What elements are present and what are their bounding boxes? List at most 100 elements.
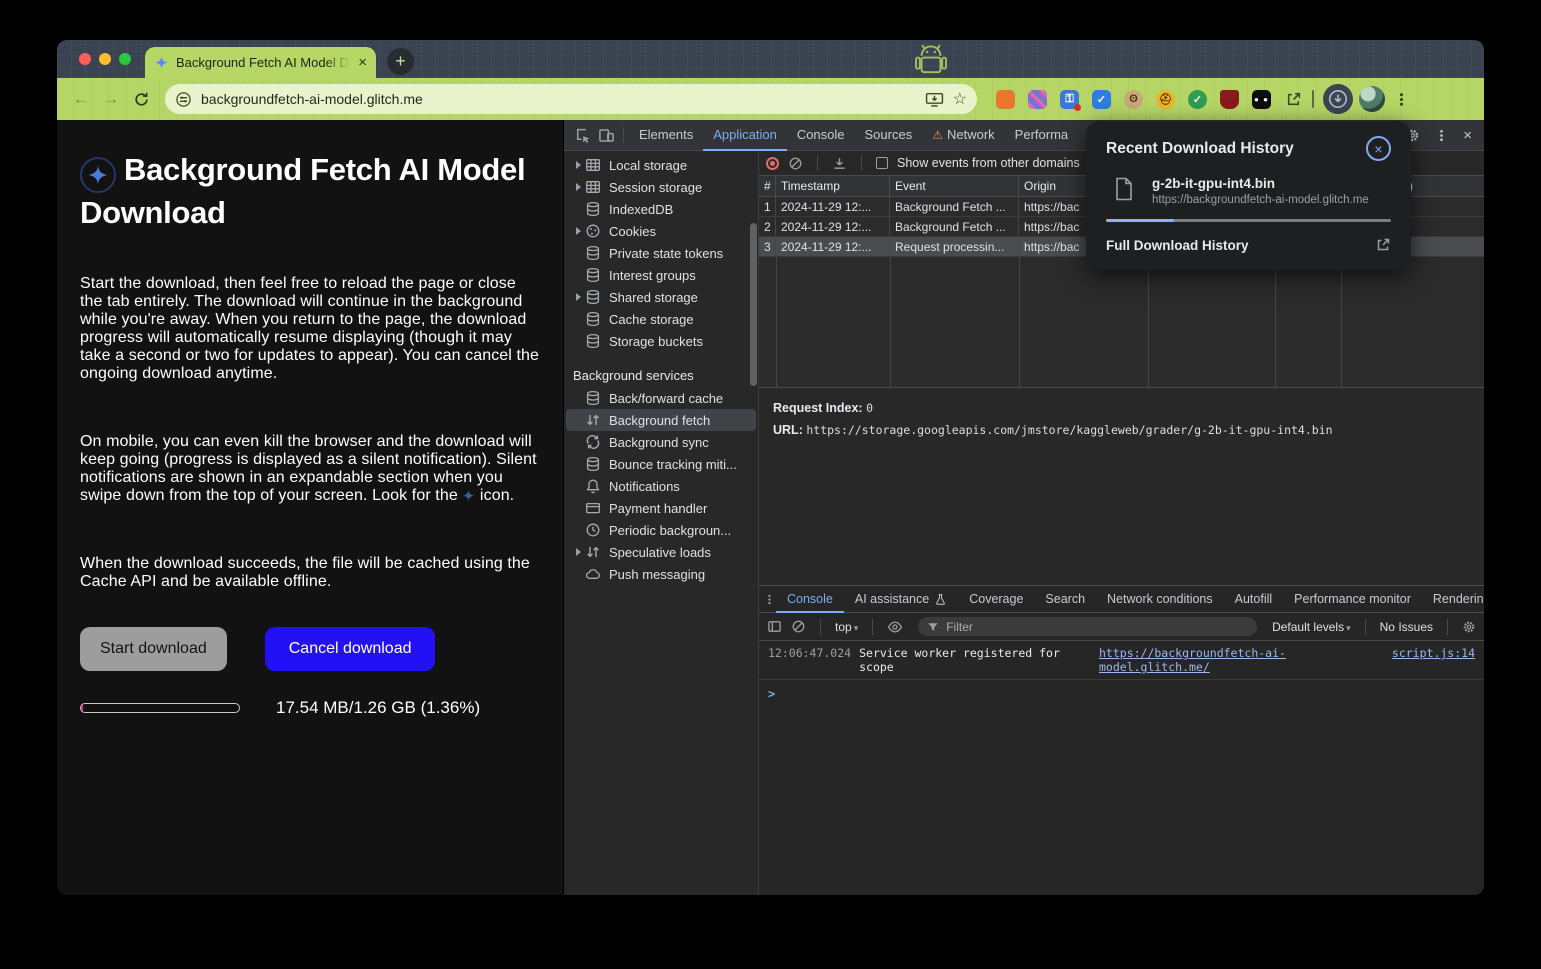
sync-icon bbox=[585, 434, 601, 450]
downloads-button[interactable] bbox=[1323, 84, 1353, 114]
clear-events-icon[interactable] bbox=[788, 156, 803, 171]
sidebar-item-shared-storage[interactable]: Shared storage bbox=[566, 286, 756, 308]
builder-extension-icon[interactable]: ⛑ bbox=[1156, 90, 1175, 109]
drawer-tab-console[interactable]: Console bbox=[776, 586, 844, 613]
console-sidebar-toggle-icon[interactable] bbox=[767, 619, 782, 634]
forward-button[interactable]: → bbox=[99, 87, 123, 111]
expand-arrow-icon[interactable] bbox=[571, 161, 585, 169]
drawer-tab-performance-monitor[interactable]: Performance monitor bbox=[1283, 586, 1422, 613]
expand-arrow-icon[interactable] bbox=[571, 293, 585, 301]
expand-arrow-icon[interactable] bbox=[571, 548, 585, 556]
shield-extension-icon[interactable] bbox=[1220, 90, 1239, 109]
tab-close-icon[interactable]: × bbox=[358, 55, 367, 70]
new-tab-button[interactable]: + bbox=[387, 48, 414, 75]
fox-extension-icon[interactable] bbox=[996, 90, 1015, 109]
console-source-link[interactable]: script.js:14 bbox=[1392, 646, 1475, 660]
stylus-extension-icon[interactable] bbox=[1028, 90, 1047, 109]
console-prompt-chevron[interactable]: > bbox=[759, 680, 1484, 708]
clear-console-icon[interactable] bbox=[791, 619, 806, 634]
record-button[interactable] bbox=[766, 157, 779, 170]
sidebar-item-storage-buckets[interactable]: Storage buckets bbox=[566, 330, 756, 352]
green-check-extension-icon[interactable]: ✓ bbox=[1188, 90, 1207, 109]
browser-tab[interactable]: Background Fetch AI Model D × bbox=[145, 47, 376, 78]
show-events-checkbox[interactable] bbox=[876, 157, 888, 169]
profile-avatar[interactable] bbox=[1359, 86, 1385, 112]
drawer-tab-search[interactable]: Search bbox=[1034, 586, 1096, 613]
console-filter-input[interactable]: Filter bbox=[918, 617, 1257, 636]
up-down-arrows-icon bbox=[585, 412, 601, 428]
console-drawer: Console AI assistance Coverage Search Ne… bbox=[759, 586, 1484, 895]
save-events-icon[interactable] bbox=[832, 156, 847, 171]
sidebar-item-push-messaging[interactable]: Push messaging bbox=[566, 563, 756, 585]
start-download-button[interactable]: Start download bbox=[80, 627, 227, 671]
send-to-device-icon[interactable] bbox=[925, 91, 944, 108]
todo-check-extension-icon[interactable]: ✓ bbox=[1092, 90, 1111, 109]
sidebar-item-indexeddb[interactable]: IndexedDB bbox=[566, 198, 756, 220]
full-download-history-link[interactable]: Full Download History bbox=[1106, 238, 1249, 253]
drawer-tab-rendering[interactable]: Rendering bbox=[1422, 586, 1484, 613]
log-levels-dropdown[interactable]: Default levels▾ bbox=[1272, 620, 1351, 634]
cancel-download-button[interactable]: Cancel download bbox=[265, 627, 436, 671]
drawer-tab-ai-assistance[interactable]: AI assistance bbox=[844, 586, 958, 613]
drawer-tab-coverage[interactable]: Coverage bbox=[958, 586, 1034, 613]
console-context-selector[interactable]: top▾ bbox=[835, 620, 858, 634]
payment-card-icon bbox=[585, 500, 601, 516]
sidebar-item-session-storage[interactable]: Session storage bbox=[566, 176, 756, 198]
address-bar[interactable]: backgroundfetch-ai-model.glitch.me ☆ bbox=[165, 84, 977, 114]
drawer-menu-icon[interactable] bbox=[763, 593, 776, 606]
back-button[interactable]: ← bbox=[69, 87, 93, 111]
sidebar-item-notifications[interactable]: Notifications bbox=[566, 475, 756, 497]
network-warning-icon: ⚠ bbox=[932, 128, 943, 142]
drawer-tab-autofill[interactable]: Autofill bbox=[1224, 586, 1284, 613]
tab-application[interactable]: Application bbox=[703, 120, 787, 151]
dark-reader-extension-icon[interactable]: ● ● bbox=[1252, 90, 1271, 109]
site-info-icon[interactable] bbox=[175, 91, 192, 108]
browser-menu-icon[interactable] bbox=[1393, 91, 1410, 108]
toolbar-separator bbox=[1312, 90, 1314, 108]
tab-sources[interactable]: Sources bbox=[855, 120, 923, 151]
console-scope-link[interactable]: https://backgroundfetch-ai-model.glitch.… bbox=[1099, 646, 1384, 674]
reload-button[interactable] bbox=[129, 87, 153, 111]
bookmark-star-icon[interactable]: ☆ bbox=[953, 89, 967, 109]
expand-arrow-icon[interactable] bbox=[571, 227, 585, 235]
minimize-window-button[interactable] bbox=[99, 53, 111, 65]
live-expression-eye-icon[interactable] bbox=[887, 619, 903, 635]
download-item[interactable]: g-2b-it-gpu-int4.bin https://backgroundf… bbox=[1106, 176, 1391, 206]
sidebar-item-back-forward-cache[interactable]: Back/forward cache bbox=[566, 387, 756, 409]
issues-counter[interactable]: No Issues bbox=[1380, 620, 1433, 634]
sidebar-item-local-storage[interactable]: Local storage bbox=[566, 154, 756, 176]
external-link-icon[interactable] bbox=[1375, 237, 1391, 253]
expand-arrow-icon[interactable] bbox=[571, 183, 585, 191]
extensions-puzzle-icon[interactable] bbox=[1284, 90, 1303, 109]
sidebar-item-interest-groups[interactable]: Interest groups bbox=[566, 264, 756, 286]
popup-close-icon[interactable]: × bbox=[1366, 136, 1391, 161]
sidebar-item-periodic-background-sync[interactable]: Periodic backgroun... bbox=[566, 519, 756, 541]
devtools-more-options-icon[interactable] bbox=[1434, 128, 1449, 143]
sidebar-item-cache-storage[interactable]: Cache storage bbox=[566, 308, 756, 330]
sidebar-item-background-sync[interactable]: Background sync bbox=[566, 431, 756, 453]
tab-performance[interactable]: Performa bbox=[1005, 120, 1078, 151]
sidebar-scrollbar[interactable] bbox=[750, 223, 757, 386]
tab-elements[interactable]: Elements bbox=[629, 120, 703, 151]
tab-console[interactable]: Console bbox=[787, 120, 855, 151]
tab-network[interactable]: ⚠Network bbox=[922, 120, 1004, 151]
sidebar-item-background-fetch[interactable]: Background fetch bbox=[566, 409, 756, 431]
tampermonkey-extension-icon[interactable]: ʘ bbox=[1124, 90, 1143, 109]
sidebar-item-speculative-loads[interactable]: Speculative loads bbox=[566, 541, 756, 563]
devtools-close-icon[interactable]: × bbox=[1463, 127, 1472, 144]
web-page: Background Fetch AI Model Download Start… bbox=[57, 120, 563, 895]
sidebar-item-bounce-tracking[interactable]: Bounce tracking miti... bbox=[566, 453, 756, 475]
download-progress-bar bbox=[80, 703, 240, 713]
sidebar-item-payment-handler[interactable]: Payment handler bbox=[566, 497, 756, 519]
password-key-extension-icon[interactable]: ⚿ bbox=[1060, 90, 1079, 109]
sidebar-item-private-state-tokens[interactable]: Private state tokens bbox=[566, 242, 756, 264]
device-toolbar-icon[interactable] bbox=[594, 127, 618, 144]
url-text[interactable]: backgroundfetch-ai-model.glitch.me bbox=[201, 91, 916, 107]
sidebar-item-cookies[interactable]: Cookies bbox=[566, 220, 756, 242]
android-theme-art bbox=[902, 43, 960, 79]
console-settings-gear-icon[interactable] bbox=[1462, 620, 1476, 634]
maximize-window-button[interactable] bbox=[119, 53, 131, 65]
drawer-tab-network-conditions[interactable]: Network conditions bbox=[1096, 586, 1224, 613]
close-window-button[interactable] bbox=[79, 53, 91, 65]
inspect-element-icon[interactable] bbox=[570, 127, 594, 144]
